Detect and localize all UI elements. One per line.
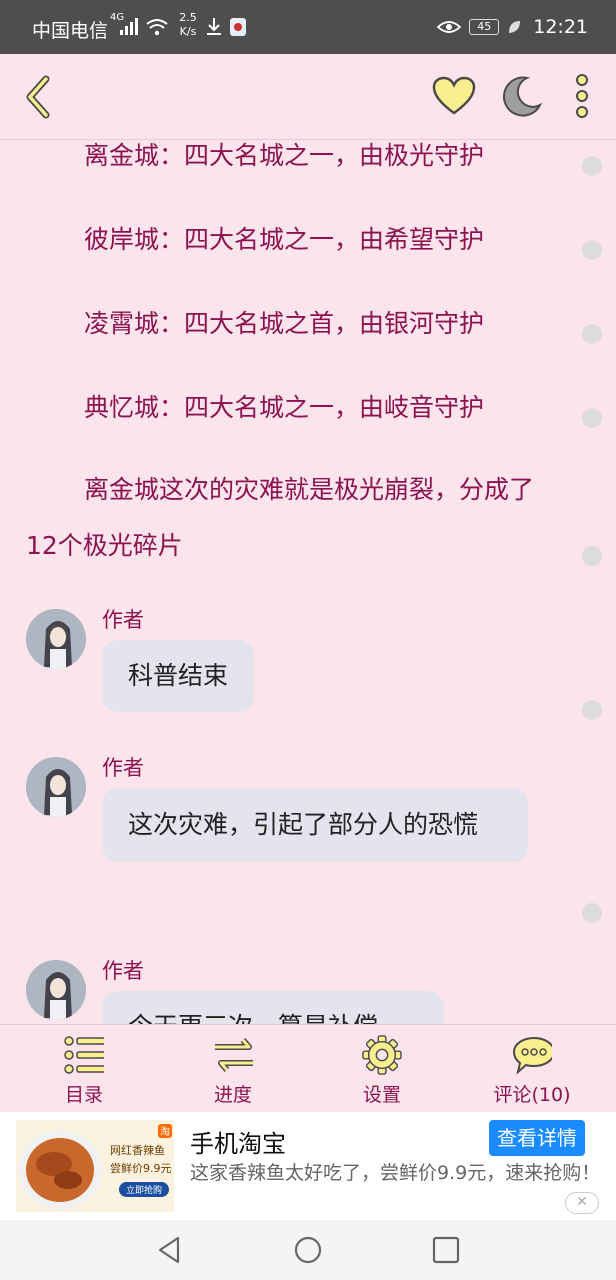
nav-settings-label: 设置 bbox=[362, 1084, 401, 1106]
ad-description: 这家香辣鱼太好吃了，尝鲜价9.9元，速来抢购！ bbox=[190, 1162, 601, 1184]
favorite-button[interactable] bbox=[430, 72, 478, 120]
nav-catalog-label: 目录 bbox=[64, 1084, 103, 1106]
nav-catalog[interactable]: 目录 bbox=[14, 1025, 154, 1113]
paragraph: 凌霄城：四大名城之首，由银河守护 bbox=[84, 309, 485, 338]
nav-progress[interactable]: 进度 bbox=[163, 1025, 303, 1113]
message-comment-dot[interactable] bbox=[582, 903, 602, 923]
net-speed: 2.5 K/s bbox=[176, 11, 200, 39]
list-icon bbox=[64, 1036, 104, 1074]
triangle-back-icon bbox=[158, 1236, 180, 1264]
battery-indicator: 45 bbox=[469, 19, 500, 35]
author-name: 作者 bbox=[102, 608, 144, 632]
author-avatar[interactable] bbox=[26, 757, 86, 817]
ad-image[interactable]: 淘 网红香辣鱼 尝鲜价9.9元 立即抢购 bbox=[16, 1120, 174, 1212]
paragraph-comment-dot[interactable] bbox=[582, 408, 602, 428]
avatar-image bbox=[26, 960, 86, 1020]
more-button[interactable] bbox=[566, 70, 598, 122]
system-home-button[interactable] bbox=[292, 1234, 324, 1266]
status-right: 45 12:21 bbox=[437, 14, 588, 40]
ad-image-price: 尝鲜价9.9元 bbox=[110, 1162, 172, 1175]
paragraph-comment-dot[interactable] bbox=[582, 240, 602, 260]
circle-home-icon bbox=[294, 1236, 322, 1264]
net-speed-unit: K/s bbox=[179, 25, 197, 38]
ad-image-title: 网红香辣鱼 bbox=[110, 1144, 165, 1157]
nav-comments[interactable]: 评论(10) bbox=[462, 1025, 602, 1113]
avatar-image bbox=[26, 757, 86, 817]
back-button[interactable] bbox=[12, 68, 62, 126]
reader-toolbar bbox=[0, 54, 616, 140]
reader-bottom-nav: 目录 进度 设置 评论(10) bbox=[0, 1024, 616, 1112]
message-comment-dot[interactable] bbox=[582, 700, 602, 720]
status-bar: 中国电信 4G 2.5 K/s 45 12:21 bbox=[0, 0, 616, 54]
paragraph-comment-dot[interactable] bbox=[582, 156, 602, 176]
system-nav-bar bbox=[0, 1220, 616, 1280]
ad-banner[interactable]: 淘 网红香辣鱼 尝鲜价9.9元 立即抢购 手机淘宝 查看详情 这家香辣鱼太好吃了… bbox=[0, 1112, 616, 1220]
ad-close-button[interactable]: ✕ bbox=[565, 1192, 599, 1214]
comment-icon bbox=[512, 1036, 552, 1075]
back-icon bbox=[26, 75, 50, 119]
paragraph-comment-dot[interactable] bbox=[582, 546, 602, 566]
author-avatar[interactable] bbox=[26, 609, 86, 669]
clock: 12:21 bbox=[533, 16, 588, 38]
ad-title: 手机淘宝 bbox=[190, 1130, 286, 1158]
paragraph: 离金城这次的灾难就是极光崩裂，分成了12个极光碎片 bbox=[26, 475, 535, 560]
message-bubble: 科普结束 bbox=[102, 640, 255, 712]
message-bubble: 今天更三次，算是补偿 bbox=[102, 991, 444, 1024]
square-recents-icon bbox=[432, 1236, 460, 1264]
leaf-icon bbox=[509, 21, 521, 33]
paragraph: 彼岸城：四大名城之一，由希望守护 bbox=[84, 225, 485, 254]
moon-icon bbox=[503, 76, 543, 117]
wifi-icon bbox=[146, 19, 168, 36]
ad-image-cta: 立即抢购 bbox=[119, 1182, 170, 1197]
gear-icon bbox=[362, 1035, 402, 1075]
heart-icon bbox=[432, 76, 476, 115]
eye-icon bbox=[437, 21, 462, 33]
nav-comments-label: 评论(10) bbox=[493, 1084, 571, 1106]
chapter-content[interactable]: 离金城：四大名城之一，由极光守护 彼岸城：四大名城之一，由希望守护 凌霄城：四大… bbox=[0, 140, 616, 1024]
author-name: 作者 bbox=[102, 959, 144, 983]
ad-badge: 淘 bbox=[160, 1127, 170, 1138]
app-notification-icon bbox=[230, 18, 246, 36]
ad-view-details-button[interactable]: 查看详情 bbox=[489, 1120, 585, 1156]
night-mode-button[interactable] bbox=[498, 72, 546, 120]
nav-progress-label: 进度 bbox=[213, 1084, 252, 1106]
carrier-name: 中国电信 bbox=[32, 20, 109, 42]
net-speed-value: 2.5 bbox=[179, 11, 197, 24]
paragraph-comment-dot[interactable] bbox=[582, 324, 602, 344]
author-avatar[interactable] bbox=[26, 960, 86, 1020]
download-icon bbox=[207, 18, 221, 35]
avatar-image bbox=[26, 609, 86, 669]
paragraph: 典忆城：四大名城之一，由岐音守护 bbox=[84, 393, 485, 422]
system-back-button[interactable] bbox=[154, 1234, 186, 1266]
message-bubble: 这次灾难，引起了部分人的恐慌 bbox=[102, 788, 528, 862]
author-name: 作者 bbox=[102, 756, 144, 780]
signal-icon bbox=[120, 18, 138, 35]
more-icon bbox=[576, 74, 588, 118]
swap-arrows-icon bbox=[215, 1038, 253, 1072]
system-recents-button[interactable] bbox=[430, 1234, 462, 1266]
nav-settings[interactable]: 设置 bbox=[312, 1025, 452, 1113]
paragraph: 离金城：四大名城之一，由极光守护 bbox=[84, 141, 485, 170]
